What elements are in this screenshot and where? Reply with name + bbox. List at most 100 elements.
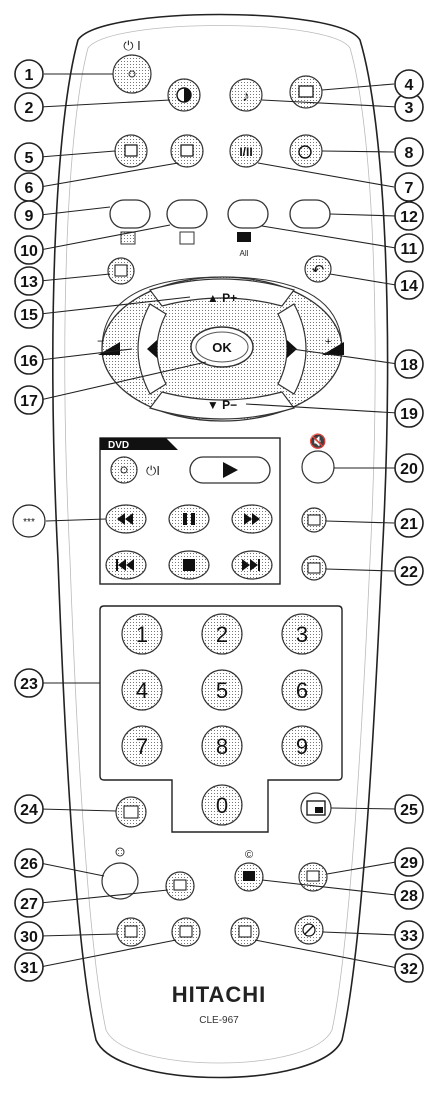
callout-number: 6	[25, 180, 34, 197]
callout-23: 23	[14, 668, 44, 698]
fast-forward-button[interactable]	[231, 504, 273, 534]
callout-number: 27	[20, 896, 38, 913]
tv-mode-icon	[179, 231, 195, 245]
reveal-button[interactable]	[165, 871, 195, 901]
previous-button[interactable]	[105, 550, 147, 580]
number-label: 9	[296, 734, 308, 759]
music-note-icon: ♪	[242, 88, 250, 105]
teletext-list-icon	[123, 805, 139, 819]
callout-number: 17	[20, 393, 38, 410]
remote-diagram: ⏻ I ♪ I/II All ↶ ▲ P+ − + ▼ P− OK DVD ⏻I…	[12, 13, 424, 1079]
sleep-timer-button[interactable]	[289, 134, 323, 168]
all-label: All	[240, 249, 249, 258]
return-button[interactable]: ↶	[304, 255, 332, 283]
callout-7: 7	[394, 172, 424, 202]
play-button[interactable]	[189, 456, 271, 484]
mute-button[interactable]	[301, 450, 335, 484]
callout-number: 1	[25, 67, 34, 84]
callout-number: 10	[20, 243, 38, 260]
number-button-1[interactable]: 1	[121, 613, 163, 655]
zoom-button[interactable]	[301, 555, 327, 581]
svg-text:−: −	[97, 334, 104, 348]
callout-24: 24	[14, 794, 44, 824]
sound-mode-button[interactable]: ♪	[229, 78, 263, 112]
program-up-label: ▲ P+	[207, 291, 237, 305]
number-button-0[interactable]: 0	[201, 784, 243, 826]
subtitle-button[interactable]	[301, 507, 327, 533]
callout-9: 9	[14, 200, 44, 230]
number-button-3[interactable]: 3	[281, 613, 323, 655]
number-button-5[interactable]: 5	[201, 669, 243, 711]
callout-13: 13	[14, 266, 44, 296]
number-label: 4	[136, 678, 148, 703]
info-icon	[180, 144, 194, 157]
callout-27: 27	[14, 888, 44, 918]
callout-number: 19	[400, 406, 418, 423]
callout-4: 4	[394, 69, 424, 99]
stop-icon	[183, 559, 195, 571]
callout-number: 33	[400, 928, 418, 945]
program-down-label: ▼ P−	[207, 398, 237, 412]
menu-button[interactable]	[107, 257, 135, 285]
callout-number: 14	[400, 278, 418, 295]
time-icon	[302, 923, 316, 937]
stop-button[interactable]	[168, 550, 210, 580]
power-button[interactable]	[112, 54, 152, 94]
pip-button[interactable]	[300, 792, 332, 824]
dvd-power-button[interactable]	[110, 456, 138, 484]
number-button-2[interactable]: 2	[201, 613, 243, 655]
callout-number: 12	[400, 209, 418, 226]
callout-22: 22	[394, 556, 424, 586]
power-label: ⏻ I	[123, 38, 141, 53]
callout-number: 4	[405, 77, 414, 94]
number-button-7[interactable]: 7	[121, 725, 163, 767]
callout-20: 20	[394, 453, 424, 483]
number-button-6[interactable]: 6	[281, 669, 323, 711]
callout-number: 32	[400, 961, 418, 978]
callout-8: 8	[394, 137, 424, 167]
callout-number: 11	[401, 241, 418, 258]
time-button[interactable]	[294, 915, 324, 945]
contrast-button[interactable]	[167, 78, 201, 112]
contrast-icon	[176, 87, 192, 103]
size-icon	[124, 925, 138, 938]
callout-number: 21	[400, 516, 418, 533]
callout-number: 20	[400, 461, 418, 478]
subpage-icon	[179, 925, 193, 938]
dual-sound-label: I/II	[239, 145, 252, 159]
callout-31: 31	[14, 952, 44, 982]
number-label: 5	[216, 678, 228, 703]
callout-number: 30	[20, 929, 38, 946]
callout-number: 29	[400, 855, 418, 872]
callout-11: 11	[394, 233, 424, 263]
cancel-icon	[306, 870, 320, 882]
callout-number: 2	[25, 100, 34, 117]
index-button[interactable]	[234, 862, 264, 892]
info-button[interactable]	[170, 134, 204, 168]
callout-30: 30	[14, 921, 44, 951]
index-icon	[243, 871, 255, 881]
brand-logo: HITACHI	[172, 982, 267, 1007]
callout-number: 28	[400, 888, 418, 905]
blue-button[interactable]	[289, 199, 331, 229]
callout-number: 16	[20, 353, 38, 370]
pause-button[interactable]	[168, 504, 210, 534]
menu-icon	[114, 264, 128, 277]
number-button-9[interactable]: 9	[281, 725, 323, 767]
callout-number: 3	[405, 100, 414, 117]
callout-number: 24	[20, 802, 38, 819]
mute-icon: 🔇	[309, 433, 326, 450]
number-button-8[interactable]: 8	[201, 725, 243, 767]
callout-1: 1	[14, 59, 44, 89]
source-button[interactable]	[114, 134, 148, 168]
number-button-4[interactable]: 4	[121, 669, 163, 711]
size-button[interactable]	[116, 917, 146, 947]
next-button[interactable]	[231, 550, 273, 580]
rewind-button[interactable]	[105, 504, 147, 534]
callout-number: 13	[20, 274, 38, 291]
number-label: 2	[216, 622, 228, 647]
teletext-list-button[interactable]	[115, 796, 147, 828]
update-button[interactable]	[230, 917, 260, 947]
callout-number: 31	[20, 960, 38, 977]
subpage-button[interactable]	[171, 917, 201, 947]
